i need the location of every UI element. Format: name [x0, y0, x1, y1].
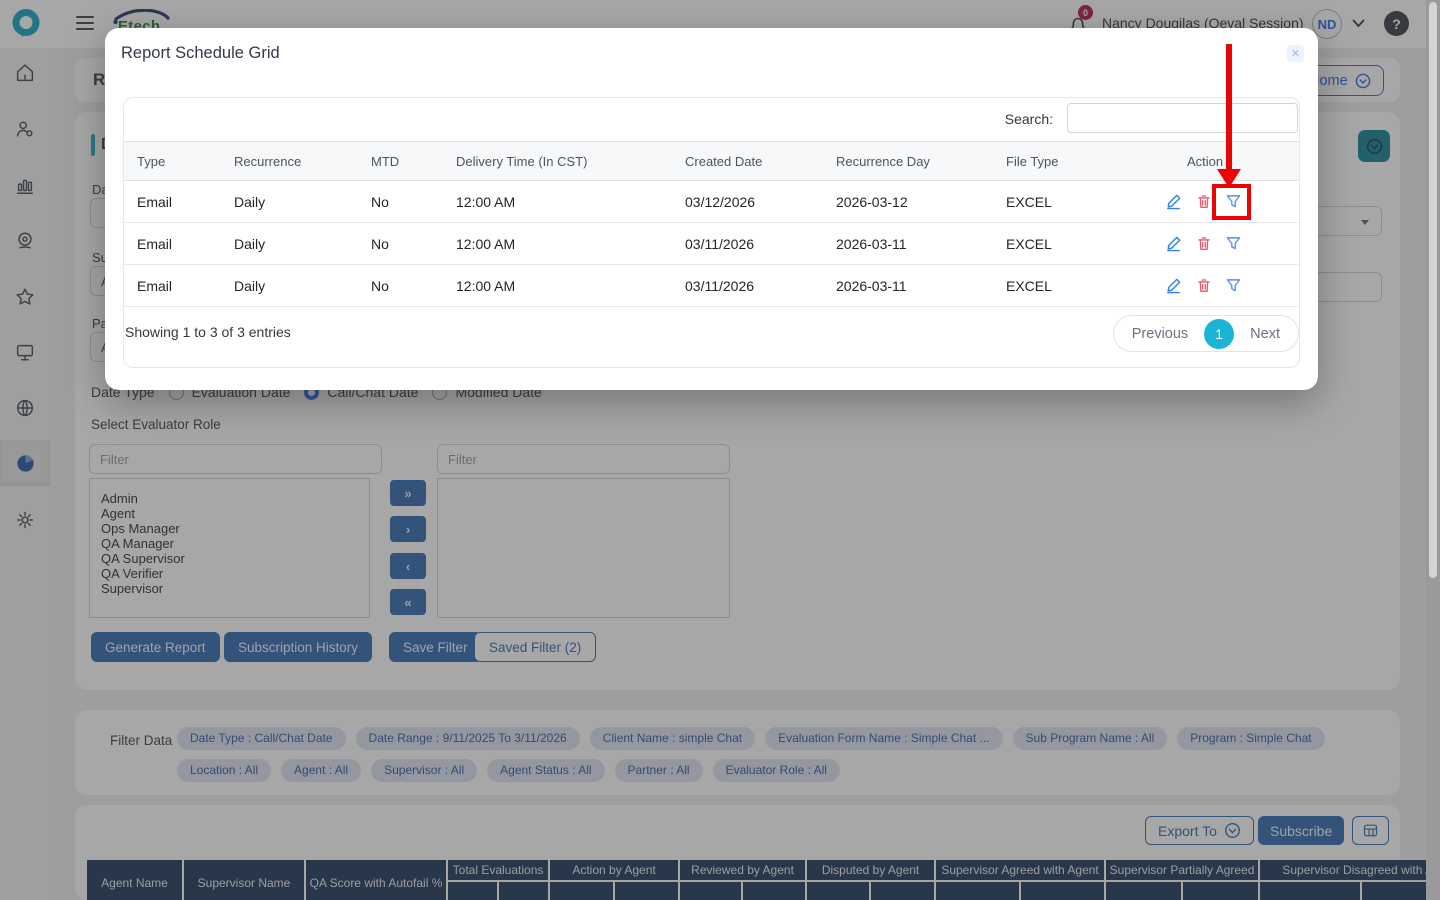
schedule-row-2: Email Daily No 12:00 AM 03/11/2026 2026-…: [124, 223, 1299, 265]
modal-title: Report Schedule Grid: [121, 44, 280, 63]
cell-file-type: EXCEL: [993, 278, 1153, 294]
pagination: Previous 1 Next: [1113, 315, 1299, 352]
page-1-button[interactable]: 1: [1204, 319, 1234, 349]
cell-created-date: 03/11/2026: [672, 278, 823, 294]
annotation-arrow-line: [1226, 44, 1232, 171]
scrollbar-thumb[interactable]: [1429, 2, 1437, 578]
search-row: Search:: [124, 98, 1299, 141]
previous-button[interactable]: Previous: [1132, 326, 1188, 342]
modal-close-icon[interactable]: ✕: [1287, 45, 1304, 62]
search-label: Search:: [1005, 111, 1053, 127]
schedule-table: Type Recurrence MTD Delivery Time (In CS…: [124, 141, 1299, 307]
search-input[interactable]: [1067, 103, 1298, 133]
cell-recurrence: Daily: [221, 236, 358, 252]
delete-button[interactable]: [1195, 277, 1212, 294]
header-recurrence-day[interactable]: Recurrence Day: [823, 154, 993, 169]
showing-entries-text: Showing 1 to 3 of 3 entries: [125, 324, 291, 340]
cell-mtd: No: [358, 236, 443, 252]
schedule-row-1: Email Daily No 12:00 AM 03/12/2026 2026-…: [124, 181, 1299, 223]
scrollbar-track: [1426, 0, 1440, 900]
cell-mtd: No: [358, 194, 443, 210]
cell-recurrence-day: 2026-03-11: [823, 236, 993, 252]
edit-button[interactable]: [1165, 277, 1182, 294]
header-delivery-time[interactable]: Delivery Time (In CST): [443, 154, 672, 169]
schedule-row-3: Email Daily No 12:00 AM 03/11/2026 2026-…: [124, 265, 1299, 307]
cell-recurrence: Daily: [221, 278, 358, 294]
cell-file-type: EXCEL: [993, 236, 1153, 252]
report-schedule-modal: Report Schedule Grid ✕ Search: Type Recu…: [105, 28, 1318, 390]
header-type[interactable]: Type: [124, 154, 221, 169]
cell-type: Email: [124, 278, 221, 294]
delete-button[interactable]: [1195, 235, 1212, 252]
cell-file-type: EXCEL: [993, 194, 1153, 210]
edit-button[interactable]: [1165, 193, 1182, 210]
next-button[interactable]: Next: [1250, 326, 1280, 342]
annotation-highlight-box: [1212, 184, 1251, 220]
delete-button[interactable]: [1195, 193, 1212, 210]
cell-type: Email: [124, 194, 221, 210]
cell-delivery-time: 12:00 AM: [443, 236, 672, 252]
cell-recurrence-day: 2026-03-11: [823, 278, 993, 294]
cell-recurrence-day: 2026-03-12: [823, 194, 993, 210]
edit-button[interactable]: [1165, 235, 1182, 252]
header-mtd[interactable]: MTD: [358, 154, 443, 169]
header-recurrence[interactable]: Recurrence: [221, 154, 358, 169]
app-root: Etech 0 Nancy Dougilas (Qeval Session) N…: [0, 0, 1440, 900]
filter-button[interactable]: [1225, 277, 1242, 294]
cell-recurrence: Daily: [221, 194, 358, 210]
cell-mtd: No: [358, 278, 443, 294]
cell-delivery-time: 12:00 AM: [443, 278, 672, 294]
schedule-table-header: Type Recurrence MTD Delivery Time (In CS…: [124, 141, 1299, 181]
cell-created-date: 03/11/2026: [672, 236, 823, 252]
cell-type: Email: [124, 236, 221, 252]
schedule-grid-card: Search: Type Recurrence MTD Delivery Tim…: [123, 97, 1300, 368]
header-file-type[interactable]: File Type: [993, 154, 1153, 169]
header-created-date[interactable]: Created Date: [672, 154, 823, 169]
filter-button[interactable]: [1225, 235, 1242, 252]
cell-delivery-time: 12:00 AM: [443, 194, 672, 210]
cell-created-date: 03/12/2026: [672, 194, 823, 210]
